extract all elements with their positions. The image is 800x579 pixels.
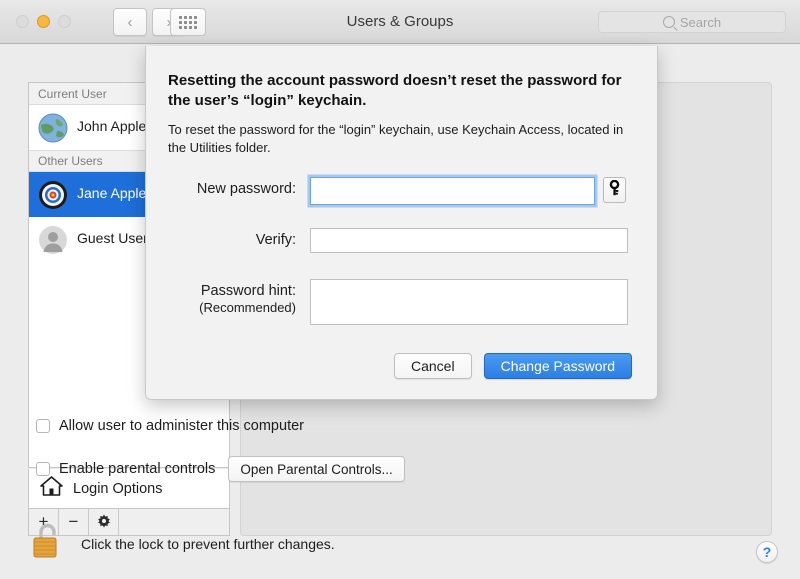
search-placeholder: Search: [679, 14, 722, 30]
sheet-button-row: Cancel Change Password: [394, 353, 632, 379]
lock-row: Click the lock to prevent further change…: [30, 521, 335, 566]
password-hint-label-main: Password hint:: [200, 283, 296, 299]
password-hint-label: Password hint: (Recommended): [146, 279, 296, 316]
globe-avatar: [38, 113, 68, 143]
password-hint-label-sub: (Recommended): [199, 300, 296, 316]
unlocked-padlock-icon[interactable]: [30, 521, 64, 566]
reset-password-sheet: Resetting the account password doesn’t r…: [145, 46, 658, 400]
search-input[interactable]: Search: [598, 11, 786, 33]
enable-parental-controls-label: Enable parental controls: [59, 461, 216, 477]
new-password-input[interactable]: [310, 177, 595, 205]
login-options-label: Login Options: [73, 480, 163, 497]
enable-parental-controls-checkbox[interactable]: [36, 462, 50, 476]
sheet-headline: Resetting the account password doesn’t r…: [168, 72, 622, 110]
password-assistant-button[interactable]: [603, 177, 626, 203]
cancel-button[interactable]: Cancel: [394, 353, 472, 379]
verify-row: Verify:: [146, 228, 628, 253]
parental-controls-row: Enable parental controls Open Parental C…: [36, 456, 405, 482]
allow-admin-checkbox[interactable]: [36, 419, 50, 433]
users-and-groups-window: ‹ › Users & Groups Search Current User J…: [0, 0, 800, 579]
password-hint-input[interactable]: [310, 279, 628, 325]
allow-admin-row: Allow user to administer this computer: [36, 418, 304, 434]
new-password-label: New password:: [196, 181, 296, 197]
person-avatar: [38, 225, 68, 255]
verify-label: Verify:: [255, 232, 296, 248]
search-icon: [662, 16, 675, 28]
lock-message: Click the lock to prevent further change…: [81, 535, 335, 552]
key-icon: [608, 179, 621, 201]
password-hint-row: Password hint: (Recommended): [146, 279, 628, 325]
user-name: Guest User: [77, 230, 148, 247]
allow-admin-label: Allow user to administer this computer: [59, 418, 304, 434]
help-button[interactable]: ?: [756, 541, 778, 563]
window-titlebar: ‹ › Users & Groups Search: [0, 0, 800, 44]
target-avatar: [38, 180, 68, 210]
open-parental-controls-button[interactable]: Open Parental Controls...: [228, 456, 405, 482]
verify-input[interactable]: [310, 228, 628, 253]
change-password-button[interactable]: Change Password: [483, 353, 632, 379]
sheet-body-text: To reset the password for the “login” ke…: [168, 122, 624, 155]
new-password-row: New password:: [146, 177, 626, 205]
